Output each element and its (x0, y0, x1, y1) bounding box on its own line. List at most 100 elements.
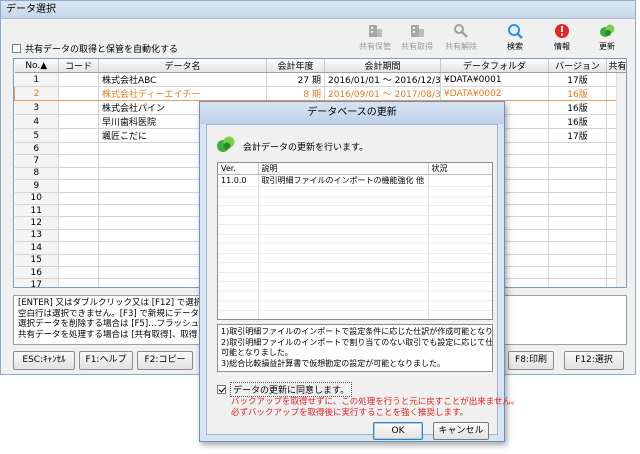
f1-help-button[interactable]: F1:ヘルプ (79, 351, 133, 370)
cell-version (548, 254, 607, 267)
agree-check-box[interactable] (217, 385, 226, 394)
update-label: 更新 (599, 42, 615, 51)
version-cell-empty (258, 281, 429, 292)
version-row-empty (218, 215, 492, 225)
cell-no: 5 (14, 128, 59, 143)
cell-no: 9 (14, 179, 59, 193)
cell-year: 27 期 (266, 72, 325, 87)
version-cell-ver: 11.0.0 (218, 174, 259, 187)
table-row[interactable]: 1 株式会社ABC 27 期 2016/01/01 ～ 2016/12/31 ¥DATA… (14, 72, 626, 87)
cell-no: 16 (14, 266, 59, 280)
cell-version: 16版 (548, 86, 607, 101)
col-name[interactable]: データ名 (98, 59, 267, 73)
cell-no: 4 (14, 114, 59, 129)
esc-cancel-button[interactable]: ESC:ｷｬﾝｾﾙ (13, 351, 75, 370)
version-cell-empty (428, 243, 492, 254)
version-cell-status (428, 174, 492, 187)
update-icon (600, 24, 615, 37)
cell-code (58, 167, 99, 181)
search-button[interactable]: 検索 (495, 23, 535, 52)
cell-no: 2 (14, 86, 59, 101)
cell-code (58, 216, 99, 230)
share-get-button[interactable]: 共有取得 (397, 23, 437, 52)
cell-code (58, 241, 99, 255)
update-button[interactable]: 更新 (587, 23, 627, 52)
version-row-empty (218, 205, 492, 216)
version-cell-empty (428, 205, 492, 216)
col-folder[interactable]: データフォルダ (440, 59, 549, 73)
cell-no: 13 (14, 229, 59, 243)
cell-no: 3 (14, 100, 59, 115)
version-cell-empty (218, 234, 259, 244)
version-cell-empty (258, 253, 429, 263)
version-cell-empty (218, 300, 259, 311)
cell-version (548, 204, 607, 218)
version-cell-empty (428, 310, 492, 319)
cancel-button[interactable]: キャンセル (433, 422, 489, 440)
version-cell-empty (258, 243, 429, 254)
col-status: 状況 (428, 163, 492, 175)
col-desc: 説明 (258, 163, 429, 175)
col-year[interactable]: 会計年度 (266, 59, 325, 73)
share-store-button[interactable]: 共有保管 (355, 23, 395, 52)
version-cell-empty (428, 215, 492, 225)
col-period[interactable]: 会計期間 (324, 59, 441, 73)
version-row-empty (218, 243, 492, 254)
col-code[interactable]: コード (58, 59, 99, 73)
version-cell-empty (428, 186, 492, 197)
f12-select-button[interactable]: F12:選択 (564, 351, 624, 370)
version-table: Ver. 説明 状況 11.0.0 取引明細ファイルのインポートの機能強化 他 (218, 163, 492, 319)
cell-no: 11 (14, 204, 59, 218)
cell-no: 12 (14, 216, 59, 230)
window-title: データ選択 (1, 1, 635, 19)
version-row[interactable]: 11.0.0 取引明細ファイルのインポートの機能強化 他 (218, 174, 492, 187)
cell-version: 16版 (548, 100, 607, 115)
version-cell-empty (428, 262, 492, 273)
version-cell-empty (258, 215, 429, 225)
version-cell-empty (428, 224, 492, 235)
version-cell-empty (258, 196, 429, 206)
version-cell-empty (258, 310, 429, 319)
version-cell-empty (218, 205, 259, 216)
cell-code (58, 254, 99, 267)
version-cell-empty (428, 291, 492, 301)
version-cell-empty (428, 234, 492, 244)
version-row-empty (218, 291, 492, 301)
ok-button[interactable]: OK (373, 422, 423, 440)
col-version[interactable]: バージョン (548, 59, 607, 73)
version-cell-empty (428, 281, 492, 292)
version-cell-empty (218, 291, 259, 301)
version-cell-desc: 取引明細ファイルのインポートの機能強化 他 (258, 174, 429, 187)
version-row-empty (218, 300, 492, 311)
cell-no: 7 (14, 154, 59, 168)
version-cell-empty (218, 196, 259, 206)
cell-version: 16版 (548, 114, 607, 129)
cell-version (548, 179, 607, 193)
update-icon (217, 136, 235, 152)
share-release-button[interactable]: 共有解除 (441, 23, 481, 52)
version-list[interactable]: Ver. 説明 状況 11.0.0 取引明細ファイルのインポートの機能強化 他 (217, 162, 493, 320)
cell-code (58, 86, 99, 101)
col-share[interactable]: 共有 (606, 59, 626, 73)
f8-print-button[interactable]: F8:印刷 (508, 351, 554, 370)
cell-code (58, 278, 99, 287)
info-button[interactable]: 情報 (542, 23, 582, 52)
f2-copy-button[interactable]: F2:コピー (137, 351, 193, 370)
auto-share-check-box[interactable] (12, 44, 21, 53)
col-no[interactable]: No.▲ (14, 59, 59, 73)
version-cell-empty (218, 224, 259, 235)
cell-folder: ¥DATA¥0002 (440, 86, 549, 101)
cell-version: 17版 (548, 128, 607, 143)
table-row[interactable]: 2 株式会社ディーエイチー 8 期 2016/09/01 ～ 2017/08/31 ¥D… (14, 86, 626, 101)
auto-share-checkbox[interactable]: 共有データの取得と保管を自動化する (12, 42, 178, 55)
version-cell-empty (218, 186, 259, 197)
version-row-empty (218, 262, 492, 273)
database-update-dialog: データベースの更新 会計データの更新を行います。 Ver. 説明 状況 11.0… (199, 101, 520, 442)
version-cell-empty (218, 243, 259, 254)
detail-line: 2)取引明細ファイルのインポートで割り当てのない取引でも設定に応じて仕訳が作成 (221, 337, 493, 347)
dialog-message: 会計データの更新を行います。 (243, 143, 369, 153)
cell-version (548, 241, 607, 255)
grid-scrollbar[interactable] (616, 73, 626, 287)
cell-version (548, 167, 607, 181)
info-label: 情報 (554, 42, 570, 51)
